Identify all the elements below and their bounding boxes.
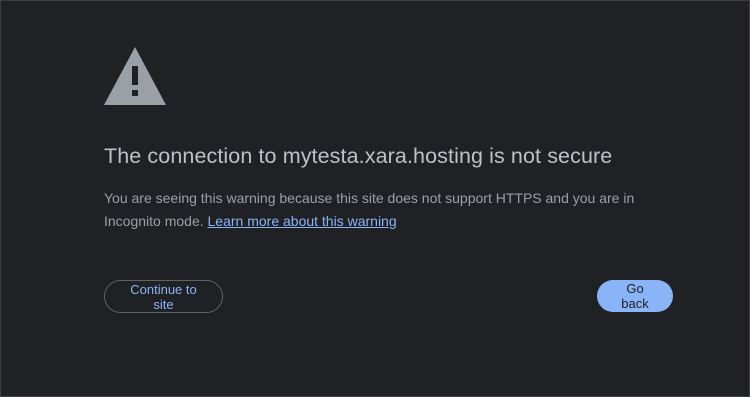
learn-more-link[interactable]: Learn more about this warning [208,213,397,229]
continue-to-site-button[interactable]: Continue to site [104,280,223,313]
warning-description: You are seeing this warning because this… [104,187,664,233]
go-back-button[interactable]: Go back [597,280,673,312]
page-title: The connection to mytesta.xara.hosting i… [104,144,613,168]
interstitial-content: The connection to mytesta.xara.hosting i… [104,0,674,397]
warning-triangle-icon [104,47,166,105]
